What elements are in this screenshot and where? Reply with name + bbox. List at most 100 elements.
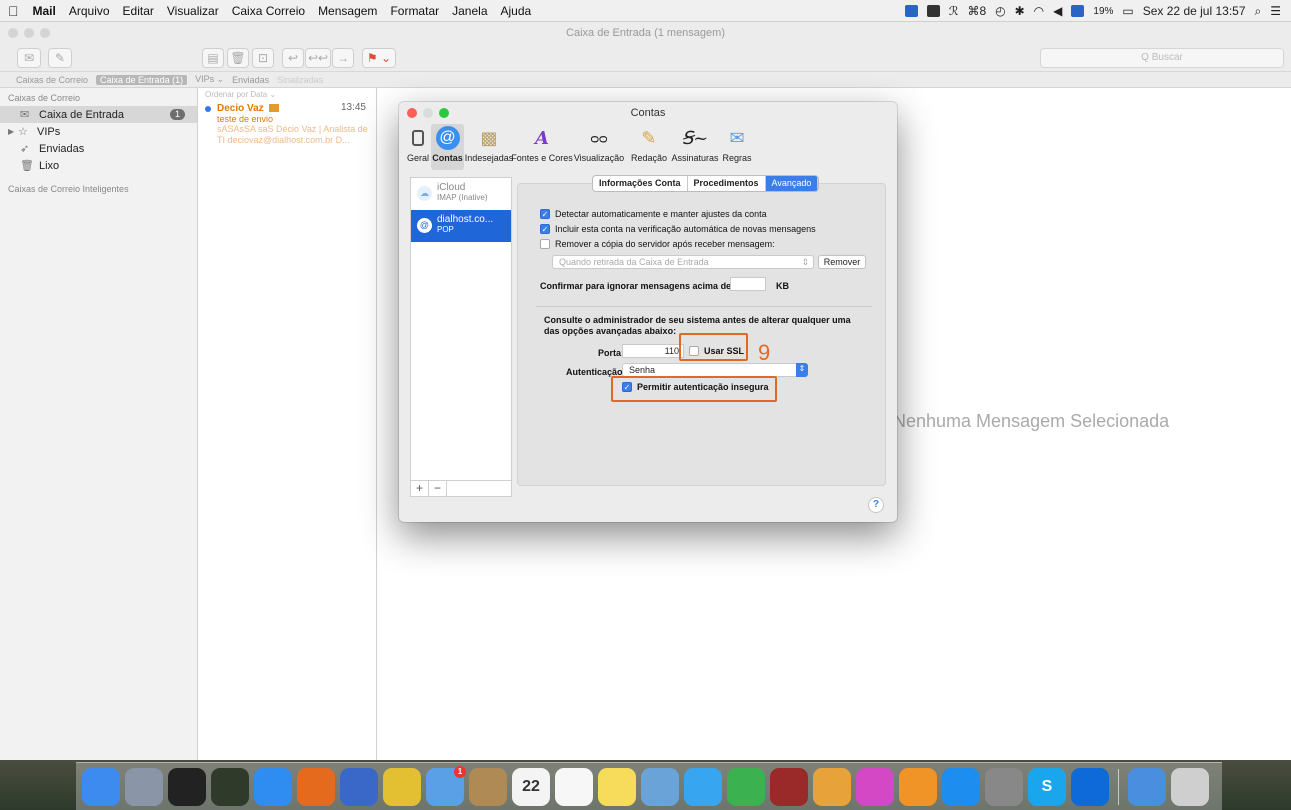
safari-icon[interactable] [254,767,292,806]
help-button[interactable]: ? [868,497,884,513]
wifi-icon[interactable]: ◠ [1034,4,1044,18]
sort-control[interactable]: Ordenar por Data ⌄ [199,88,376,100]
archive-icon[interactable]: ▤ [202,48,224,68]
include-check-checkbox[interactable]: ✓ Incluir esta conta na verificação auto… [540,224,816,234]
skype-icon[interactable]: S [1028,767,1066,806]
zoom-button[interactable] [439,108,449,118]
status-app2-icon[interactable] [926,5,940,17]
remove-copy-checkbox[interactable]: Remover a cópia do servidor após receber… [540,239,775,249]
tab-assinaturas[interactable]: Ꞩ~ Assinaturas [670,124,720,170]
menu-mensagem[interactable]: Mensagem [318,4,377,18]
appstore-icon[interactable] [942,767,980,806]
notes-icon[interactable] [598,767,636,806]
time-machine-icon[interactable]: ◴ [995,4,1005,18]
mail-icon[interactable]: 1 [426,765,466,806]
disclosure-triangle-icon[interactable]: ▶ [8,127,16,136]
tab-visualizacao[interactable]: ᴑᴑ Visualização [570,124,628,170]
menu-arquivo[interactable]: Arquivo [69,4,110,18]
tab-informacoes-conta[interactable]: Informações Conta [593,176,688,191]
detect-settings-checkbox[interactable]: ✓ Detectar automaticamente e manter ajus… [540,209,767,219]
menu-app-mail[interactable]: Mail [33,4,56,18]
fav-mailboxes[interactable]: Caixas de Correio [16,75,88,85]
tab-procedimentos[interactable]: Procedimentos [688,176,766,191]
reminders-icon[interactable] [555,767,593,806]
smart-mailboxes-header[interactable]: Caixas de Correio Inteligentes [0,174,197,197]
sidebar-item-sent[interactable]: ➶ Enviadas [0,140,197,157]
status-app-icon[interactable] [904,5,918,17]
confirm-size-input[interactable] [730,277,766,291]
menu-editar[interactable]: Editar [123,4,154,18]
firefox-icon[interactable] [297,767,335,806]
tab-avancado[interactable]: Avançado [765,176,819,191]
remove-account-button[interactable]: − [429,481,447,496]
photos-icon[interactable] [813,767,851,806]
zoom-button[interactable] [40,28,50,38]
account-dialhost[interactable]: @ dialhost.co... POP [411,210,511,242]
battery-icon[interactable]: ▭ [1122,4,1133,18]
minimize-button[interactable] [24,28,34,38]
calendar-icon[interactable]: 22 [512,767,550,806]
finder-icon[interactable] [82,767,120,806]
fav-sent[interactable]: Enviadas [232,75,269,85]
fav-flagged[interactable]: Sinalizadas [277,75,323,85]
reply-all-icon[interactable]: ↩↩ [305,48,331,68]
auth-popup[interactable]: Senha ⇕ [622,363,808,377]
get-mail-icon[interactable]: ✉ [17,48,41,68]
fav-vips[interactable]: VIPs ⌄ [195,74,224,85]
menu-visualizar[interactable]: Visualizar [167,4,219,18]
sidebar-item-vips[interactable]: ▶ ☆ VIPs [0,123,197,140]
preview-icon[interactable] [641,767,679,806]
apple-menu-icon[interactable]:  [8,3,19,19]
tab-regras[interactable]: ✉ Regras [720,124,754,170]
menu-ajuda[interactable]: Ajuda [501,4,532,18]
close-button[interactable] [407,108,417,118]
flag-menu-icon[interactable]: ⚑ ⌄ [362,48,396,68]
tab-redacao[interactable]: ✎ Redação [628,124,670,170]
systemprefs-icon[interactable] [985,767,1023,806]
menu-caixa-correio[interactable]: Caixa Correio [232,4,305,18]
forward-icon[interactable]: → [332,48,354,68]
add-account-button[interactable]: + [411,481,429,496]
tab-geral[interactable]: Geral [405,124,431,170]
compose-icon[interactable]: ✎ [48,48,72,68]
clock[interactable]: Sex 22 de jul 13:57 [1143,4,1246,18]
launchpad-icon[interactable] [125,767,163,806]
activity-icon[interactable] [211,767,249,806]
remove-when-popup[interactable]: Quando retirada da Caixa de Entrada ⇕ [552,255,814,269]
tab-fontes-e-cores[interactable]: A Fontes e Cores [511,124,573,170]
tab-contas[interactable]: @ Contas [431,124,464,170]
spotlight-icon[interactable]: ⌕ [1255,4,1262,19]
status-app4-icon[interactable]: ⌘8 [967,4,986,18]
menu-janela[interactable]: Janela [452,4,487,18]
fav-inbox[interactable]: Caixa de Entrada (1) [96,74,188,85]
contacts-icon[interactable] [469,767,507,806]
search-input[interactable]: Q Buscar [1040,48,1284,68]
terminal-icon[interactable] [168,767,206,806]
teamviewer-icon[interactable] [1071,767,1109,806]
account-icloud[interactable]: ☁ iCloud IMAP (Inative) [411,178,511,210]
photobooth-icon[interactable] [770,767,808,806]
close-button[interactable] [8,28,18,38]
messages-icon[interactable] [684,767,722,806]
books-icon[interactable] [899,767,937,806]
list-item[interactable]: Decio Vaz 13:45 teste de envio sASAsSA s… [199,100,376,150]
remove-button[interactable]: Remover [818,255,866,269]
facetime-icon[interactable] [727,767,765,806]
sidebar-item-inbox[interactable]: ✉ Caixa de Entrada 1 [0,106,197,123]
menu-formatar[interactable]: Formatar [390,4,439,18]
thunderbird-icon[interactable] [340,767,378,806]
battery-percent[interactable]: 19% [1093,6,1113,17]
sidebar-item-trash[interactable]: 🗑 Lixo [0,157,197,174]
downloads-icon[interactable] [1128,767,1166,806]
flag-icon[interactable] [1071,5,1085,17]
chrome-icon[interactable] [383,767,421,806]
volume-icon[interactable]: ◀ [1053,4,1062,18]
delete-icon[interactable]: 🗑 [227,48,249,68]
trash-icon[interactable] [1171,767,1209,806]
notification-center-icon[interactable]: ☰ [1270,4,1281,18]
junk-icon[interactable]: ⊡ [252,48,274,68]
status-app3-icon[interactable]: ℛ [949,4,959,18]
reply-icon[interactable]: ↩ [282,48,304,68]
itunes-icon[interactable] [856,767,894,806]
bluetooth-icon[interactable]: ✱ [1015,4,1025,18]
